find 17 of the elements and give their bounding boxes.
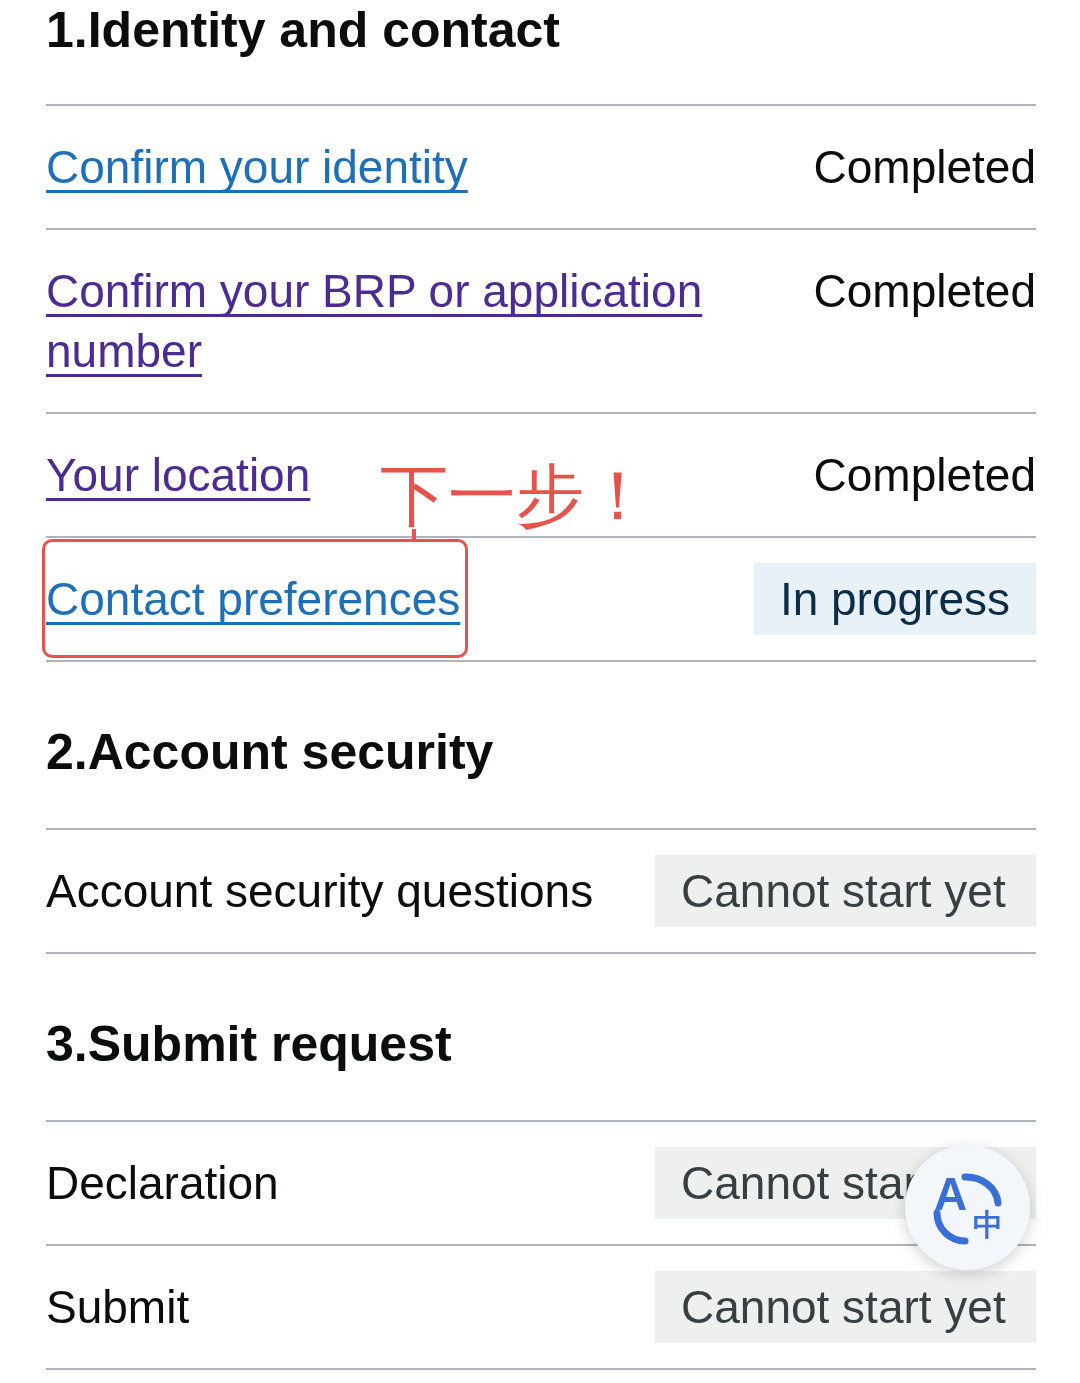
task-link[interactable]: Confirm your identity [46,137,468,197]
arc-icon [933,1173,1003,1245]
task-link[interactable]: Contact preferences [46,569,461,629]
section-heading: 3.Submit request [46,1015,453,1074]
task-name: Declaration [46,1157,279,1209]
task-name: Account security questions [46,865,594,917]
section-heading: 2.Account security [46,723,495,782]
status-text: Completed [813,140,1036,195]
status-text: Completed [813,448,1036,503]
status-tag: Cannot start yet [655,855,1036,927]
status-tag: Cannot start yet [655,1271,1036,1343]
status-tag: In progress [753,563,1036,635]
task-name: Submit [46,1281,190,1333]
section-heading: 1.Identity and contact [46,1,561,60]
task-link[interactable]: Your location [46,445,311,505]
status-text: Completed [813,264,1036,319]
task-link[interactable]: Confirm your BRP or application number [46,261,726,381]
